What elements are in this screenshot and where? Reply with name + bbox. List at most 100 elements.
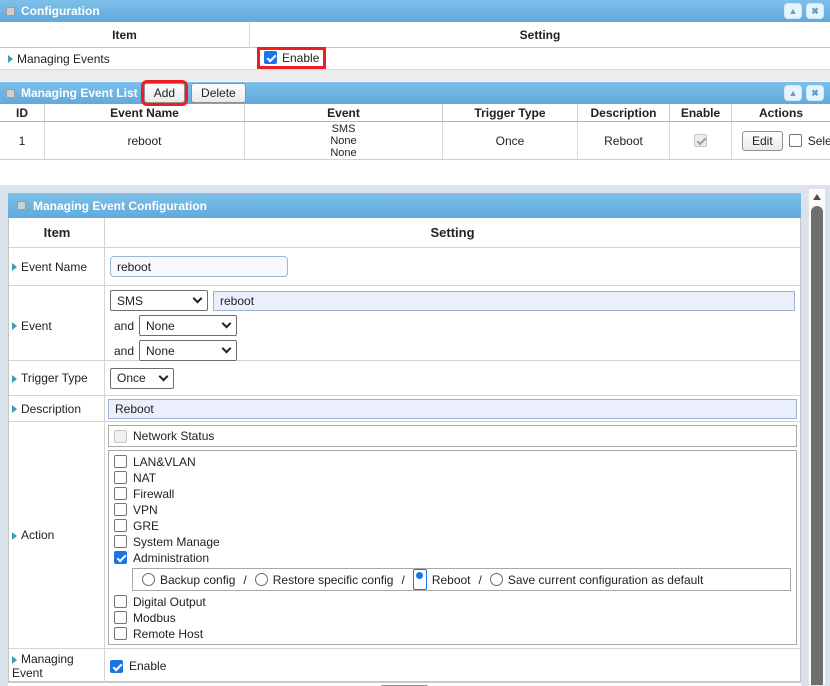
chevron-down-icon	[222, 344, 232, 354]
cell-trigger-type: Once	[443, 122, 578, 159]
event-row: Event SMS reboot and None and None	[9, 286, 800, 361]
configuration-panel-header: Configuration ▲ ✖	[0, 0, 830, 22]
row-arrow-icon	[12, 322, 17, 330]
trigger-type-row: Trigger Type Once	[9, 361, 800, 396]
collapse-icon[interactable]: ▲	[784, 3, 802, 19]
row-arrow-icon	[8, 55, 13, 63]
row-enable-checkbox	[694, 134, 707, 147]
configuration-panel: Configuration ▲ ✖ Item Setting Managing …	[0, 0, 830, 70]
network-status-checkbox	[114, 430, 127, 443]
panel-title: Configuration	[21, 4, 100, 18]
digital-output-checkbox[interactable]	[114, 595, 127, 608]
system-manage-label: System Manage	[133, 535, 220, 549]
firewall-label: Firewall	[133, 487, 174, 501]
panel-icon	[6, 7, 15, 16]
description-label: Description	[21, 402, 81, 416]
arrow-up-icon	[813, 194, 821, 200]
close-icon[interactable]: ✖	[806, 3, 824, 19]
edit-button[interactable]: Edit	[742, 131, 783, 151]
event-config-panel-header: Managing Event Configuration	[8, 193, 801, 218]
modbus-label: Modbus	[133, 611, 176, 625]
row-arrow-icon	[12, 405, 17, 413]
action-group-box: LAN&VLAN NAT Firewall VPN GRE System Man…	[108, 450, 797, 645]
select-checkbox[interactable]	[789, 134, 802, 147]
column-header-actions: Actions	[732, 104, 830, 121]
cell-event: SMS None None	[245, 122, 443, 159]
system-manage-checkbox[interactable]	[114, 535, 127, 548]
managing-events-enable-checkbox[interactable]	[264, 51, 277, 64]
network-status-label: Network Status	[133, 429, 214, 443]
column-header-item: Item	[9, 218, 105, 247]
panel-title: Managing Event List	[21, 86, 138, 100]
column-header-setting: Setting	[250, 22, 830, 47]
event-list-panel-header: Managing Event List Add Delete ▲ ✖	[0, 82, 830, 104]
enable-label: Enable	[282, 51, 319, 65]
description-row: Description Reboot	[9, 396, 800, 422]
scroll-up-button[interactable]	[809, 189, 825, 205]
cell-id: 1	[0, 122, 45, 159]
column-header-event-name: Event Name	[45, 104, 245, 121]
firewall-checkbox[interactable]	[114, 487, 127, 500]
close-icon[interactable]: ✖	[806, 85, 824, 101]
chevron-down-icon	[159, 371, 169, 381]
backup-config-radio[interactable]	[142, 573, 155, 586]
administration-checkbox[interactable]	[114, 551, 127, 564]
panel-icon	[6, 89, 15, 98]
annotation-highlight-enable: Enable	[260, 50, 323, 66]
enable-label: Enable	[129, 659, 166, 673]
cell-description: Reboot	[578, 122, 670, 159]
administration-label: Administration	[133, 551, 209, 565]
managing-events-row: Managing Events Enable	[0, 48, 830, 70]
column-header-item: Item	[0, 22, 250, 47]
event-config-region: Managing Event Configuration Item Settin…	[0, 185, 830, 686]
action-row: Action Network Status LAN&VLAN NAT Firew…	[9, 422, 800, 649]
scrollbar-thumb[interactable]	[811, 206, 823, 685]
event-name-label: Event Name	[21, 260, 87, 274]
add-button[interactable]: Add	[144, 83, 185, 103]
event-type-select[interactable]: SMS	[110, 290, 208, 311]
modbus-checkbox[interactable]	[114, 611, 127, 624]
remote-host-label: Remote Host	[133, 627, 203, 641]
row-arrow-icon	[12, 375, 17, 383]
backup-config-label: Backup config	[160, 573, 235, 587]
event-and1-select[interactable]: None	[139, 315, 237, 336]
reboot-radio[interactable]	[413, 569, 427, 590]
row-arrow-icon	[12, 263, 17, 271]
managing-event-label: Managing Event	[12, 652, 74, 680]
panel-title: Managing Event Configuration	[33, 199, 207, 213]
cell-actions: Edit Select	[732, 122, 830, 159]
action-label: Action	[21, 528, 54, 542]
lan-vlan-label: LAN&VLAN	[133, 455, 196, 469]
panel-icon	[17, 201, 26, 210]
managing-event-enable-checkbox[interactable]	[110, 660, 123, 673]
and-label: and	[110, 319, 134, 333]
trigger-type-select[interactable]: Once	[110, 368, 174, 389]
delete-button[interactable]: Delete	[191, 83, 246, 103]
event-and2-select[interactable]: None	[139, 340, 237, 361]
gre-label: GRE	[133, 519, 159, 533]
event-name-row: Event Name reboot	[9, 248, 800, 286]
digital-output-label: Digital Output	[133, 595, 206, 609]
table-row: 1 reboot SMS None None Once Reboot Edit …	[0, 122, 830, 160]
event-label: Event	[21, 319, 52, 333]
save-default-radio[interactable]	[490, 573, 503, 586]
restore-config-label: Restore specific config	[273, 573, 394, 587]
row-arrow-icon	[12, 656, 17, 664]
vpn-checkbox[interactable]	[114, 503, 127, 516]
chevron-down-icon	[222, 319, 232, 329]
event-text-input[interactable]: reboot	[213, 291, 795, 311]
nat-checkbox[interactable]	[114, 471, 127, 484]
column-header-enable: Enable	[670, 104, 732, 121]
collapse-icon[interactable]: ▲	[784, 85, 802, 101]
restore-config-radio[interactable]	[255, 573, 268, 586]
vertical-scrollbar[interactable]	[808, 188, 826, 686]
remote-host-checkbox[interactable]	[114, 627, 127, 640]
cell-event-name: reboot	[45, 122, 245, 159]
event-line-2: None	[330, 135, 356, 147]
column-header-event: Event	[245, 104, 443, 121]
description-input[interactable]: Reboot	[108, 399, 797, 419]
gre-checkbox[interactable]	[114, 519, 127, 532]
column-header-trigger-type: Trigger Type	[443, 104, 578, 121]
event-name-input[interactable]: reboot	[110, 256, 288, 277]
lan-vlan-checkbox[interactable]	[114, 455, 127, 468]
